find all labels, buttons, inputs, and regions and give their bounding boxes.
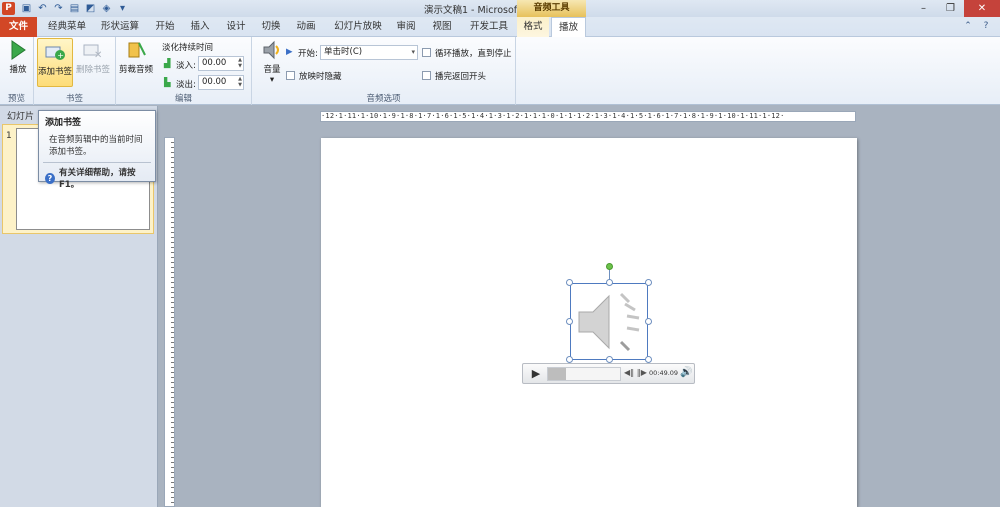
restore-icon[interactable]: ❐	[937, 0, 964, 17]
player-skip-icons[interactable]: ◀‖ ‖▶	[624, 368, 647, 377]
title-bar: P ▣ ↶ ↷ ▤ ◩ ◈ ▾ 演示文稿1 - Microsoft PowerP…	[0, 0, 1000, 17]
tab-design[interactable]: 设计	[221, 17, 251, 37]
fade-in-label: 淡入:	[176, 61, 196, 71]
remove-bookmark-button[interactable]: ✕ 删除书签	[75, 39, 111, 75]
tab-insert[interactable]: 插入	[185, 17, 215, 37]
resize-handle-top-right[interactable]	[645, 279, 652, 286]
group-bookmarks: + 添加书签 ✕ 删除书签 书签	[34, 37, 116, 105]
add-bookmark-tooltip: 添加书签 在音频剪辑中的当前时间添加书签。 ? 有关详细帮助，请按 F1。	[38, 110, 156, 190]
slide-number: 1	[6, 131, 12, 141]
fade-out-label: 淡出:	[176, 80, 196, 90]
volume-button[interactable]: 音量 ▾	[254, 39, 290, 85]
spinner-arrows-icon[interactable]: ▲ ▼	[238, 57, 242, 69]
window-controls: – ❐ ✕	[910, 0, 1000, 17]
hide-during-show-label: 放映时隐藏	[299, 72, 342, 82]
window-title: 演示文稿1 - Microsoft PowerPoint	[423, 5, 577, 16]
player-time: 00:49.09	[649, 369, 679, 377]
ribbon-tab-row: 文件 经典菜单 形状运算 开始 插入 设计 切换 动画 幻灯片放映 审阅 视图 …	[0, 17, 1000, 38]
tab-playback[interactable]: 播放	[551, 17, 586, 38]
tab-transitions[interactable]: 切换	[256, 17, 286, 37]
group-editing: 剪裁音频 淡化持续时间 ▟ 淡入: 00.00 ▲ ▼ ▙ 淡出: 00.00 ▲ ▼ …	[116, 37, 252, 105]
start-icon: ▶	[286, 47, 293, 57]
tooltip-help: ? 有关详细帮助，请按 F1。	[45, 166, 149, 190]
tab-file[interactable]: 文件	[0, 17, 37, 37]
audio-tools-context-label: 音频工具	[517, 0, 586, 17]
tab-home[interactable]: 开始	[150, 17, 180, 37]
trim-audio-button[interactable]: 剪裁音频	[118, 39, 154, 75]
resize-handle-top[interactable]	[606, 279, 613, 286]
group-audio-options: 音量 ▾ ▶ 开始: 单击时(C) ▾ 放映时隐藏 循环播放，直到停止 播完返回开头…	[252, 37, 516, 105]
play-icon	[11, 40, 26, 60]
player-progress-fill	[548, 368, 566, 380]
play-button[interactable]: 播放	[0, 39, 36, 75]
rewind-after-playing-checkbox[interactable]	[422, 71, 431, 80]
tab-developer[interactable]: 开发工具	[465, 17, 513, 37]
tab-shape-operations[interactable]: 形状运算	[96, 17, 144, 37]
minimize-icon[interactable]: –	[910, 0, 937, 17]
resize-handle-right[interactable]	[645, 318, 652, 325]
loop-until-stopped-label: 循环播放，直到停止	[435, 49, 512, 59]
audio-object-selection[interactable]	[570, 283, 648, 360]
volume-icon	[263, 40, 279, 60]
speaker-icon	[578, 292, 640, 352]
horizontal-ruler[interactable]: ·12·1·11·1·10·1·9·1·8·1·7·1·6·1·5·1·4·1·…	[320, 111, 856, 122]
svg-text:+: +	[57, 51, 64, 60]
player-progress-track[interactable]	[547, 367, 621, 381]
resize-handle-left[interactable]	[566, 318, 573, 325]
help-circle-icon: ?	[45, 172, 55, 184]
ribbon: 播放 预览 + 添加书签 ✕ 删除书签 书签 剪裁音频 淡化持续时间 ▟ 淡入:…	[0, 37, 1000, 105]
trim-audio-icon	[128, 42, 146, 58]
start-select[interactable]: 单击时(C) ▾	[320, 45, 418, 60]
remove-bookmark-icon: ✕	[83, 44, 102, 61]
resize-handle-bottom[interactable]	[606, 356, 613, 363]
resize-handle-bottom-left[interactable]	[566, 356, 573, 363]
fade-in-icon: ▟	[164, 59, 171, 69]
tab-format[interactable]: 格式	[517, 17, 549, 37]
fade-in-spinner[interactable]: 00.00 ▲ ▼	[198, 56, 244, 71]
rewind-after-playing-label: 播完返回开头	[435, 72, 487, 82]
resize-handle-bottom-right[interactable]	[645, 356, 652, 363]
add-bookmark-icon: +	[45, 46, 65, 60]
hide-during-show-checkbox[interactable]	[286, 71, 295, 80]
start-label: 开始:	[298, 49, 318, 59]
close-icon[interactable]: ✕	[964, 0, 1000, 17]
tooltip-divider	[43, 162, 151, 163]
player-play-icon[interactable]: ▶	[529, 367, 543, 381]
audio-player-bar: ▶ ◀‖ ‖▶ 00:49.09 🔊	[522, 363, 695, 384]
loop-until-stopped-checkbox[interactable]	[422, 48, 431, 57]
spinner-arrows-icon[interactable]: ▲ ▼	[238, 76, 242, 88]
slides-pane-title: 幻灯片	[7, 112, 35, 122]
resize-handle-top-left[interactable]	[566, 279, 573, 286]
volume-dropdown-icon: ▾	[269, 75, 275, 85]
fade-out-spinner[interactable]: 00.00 ▲ ▼	[198, 75, 244, 90]
collapse-ribbon-icon[interactable]: ⌃	[962, 20, 974, 32]
tooltip-title: 添加书签	[45, 118, 82, 128]
tab-review[interactable]: 审阅	[391, 17, 421, 37]
rotation-handle[interactable]	[606, 263, 613, 270]
vertical-ruler[interactable]	[164, 137, 175, 507]
svg-text:✕: ✕	[94, 50, 102, 61]
add-bookmark-button[interactable]: + 添加书签	[37, 38, 73, 87]
tooltip-body: 在音频剪辑中的当前时间添加书签。	[49, 135, 143, 157]
help-icon[interactable]: ?	[980, 20, 992, 32]
fade-out-icon: ▙	[164, 78, 171, 88]
tab-slideshow[interactable]: 幻灯片放映	[333, 17, 383, 37]
tab-classic-menu[interactable]: 经典菜单	[42, 17, 92, 37]
fade-duration-title: 淡化持续时间	[162, 43, 214, 53]
chevron-down-icon: ▾	[411, 48, 415, 56]
group-preview: 播放 预览	[0, 37, 34, 105]
player-volume-icon[interactable]: 🔊	[680, 367, 692, 378]
tab-animations[interactable]: 动画	[291, 17, 321, 37]
tab-view[interactable]: 视图	[427, 17, 457, 37]
